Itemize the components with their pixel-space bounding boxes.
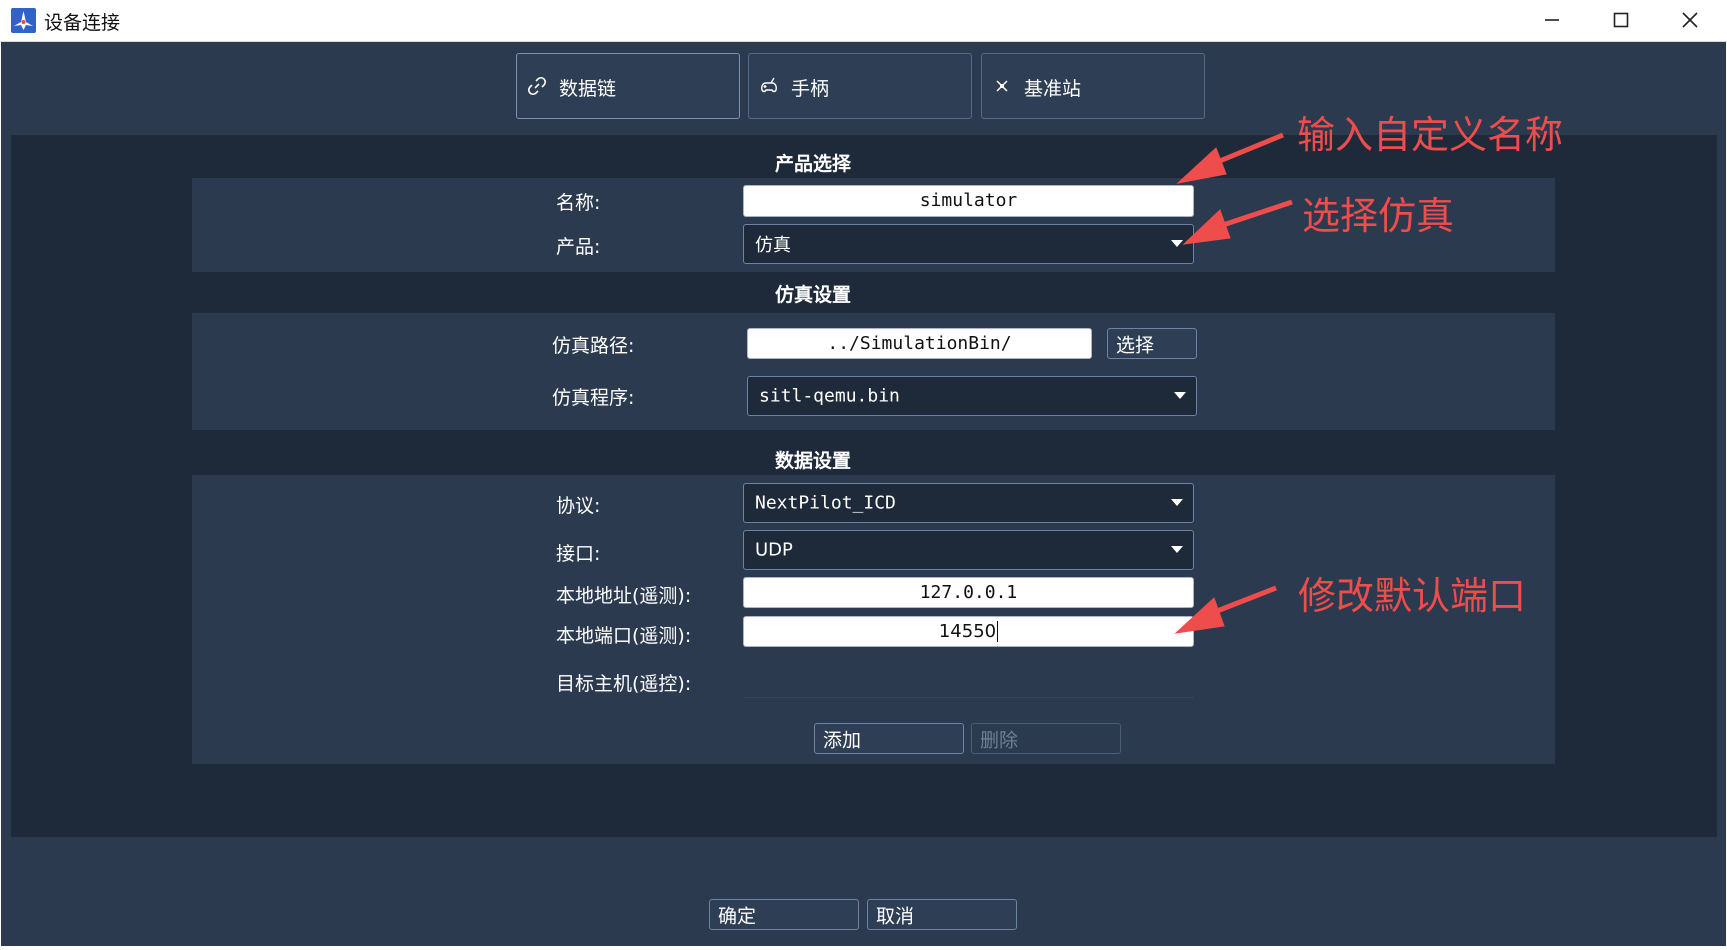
annotation-arrows <box>1174 132 1293 634</box>
arrow-to-port-field <box>1211 585 1277 616</box>
arrowhead-name-field <box>1176 147 1227 184</box>
arrow-to-product-select <box>1219 199 1293 229</box>
arrowhead-port-field <box>1174 597 1225 634</box>
arrowhead-product-select <box>1182 209 1231 245</box>
